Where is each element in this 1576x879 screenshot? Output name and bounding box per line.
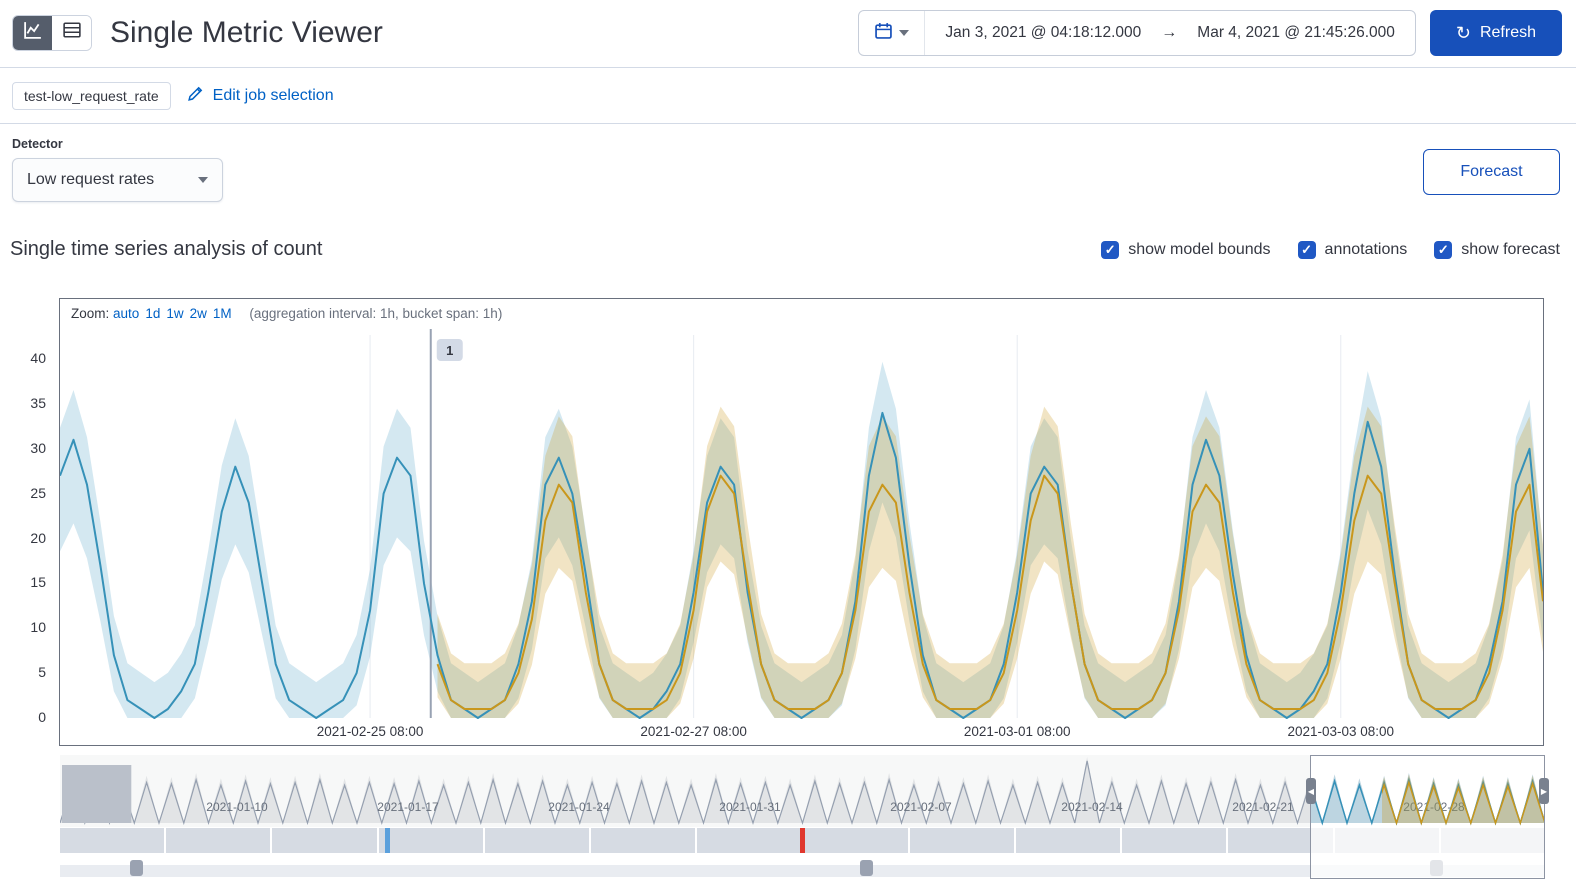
checkbox-show-forecast[interactable]: ✓ show forecast xyxy=(1434,240,1560,259)
context-unselected-overlay xyxy=(60,755,1310,827)
y-axis-tick: 5 xyxy=(38,664,46,681)
brush-right-handle[interactable]: ▶ xyxy=(1539,778,1549,804)
annotation-pill[interactable] xyxy=(860,860,873,876)
chart-view-button[interactable] xyxy=(13,15,52,50)
checkbox-checked-icon: ✓ xyxy=(1101,240,1120,259)
swimlane-cell[interactable] xyxy=(591,828,696,853)
range-arrow-icon: → xyxy=(1161,23,1178,41)
zoom-link-1w[interactable]: 1w xyxy=(166,306,183,321)
x-axis-tick-label: 2021-03-01 08:00 xyxy=(964,724,1071,739)
zoom-link-1M[interactable]: 1M xyxy=(213,306,232,321)
detector-row: Detector Low request rates Forecast xyxy=(0,124,1576,216)
job-badge[interactable]: test-low_request_rate xyxy=(12,81,171,110)
y-axis-tick: 15 xyxy=(30,574,46,591)
y-axis-tick: 25 xyxy=(30,484,46,501)
chart-view-icon xyxy=(23,21,42,44)
table-view-button[interactable] xyxy=(52,15,91,50)
zoom-label: Zoom: xyxy=(71,306,110,321)
series-title: Single time series analysis of count xyxy=(10,238,323,260)
zoom-link-auto[interactable]: auto xyxy=(113,306,139,321)
detector-select[interactable]: Low request rates xyxy=(12,158,223,202)
chart-options-group: ✓ show model bounds ✓ annotations ✓ show fore… xyxy=(1101,240,1560,259)
forecast-button[interactable]: Forecast xyxy=(1423,149,1560,195)
x-axis-tick-label: 2021-03-03 08:00 xyxy=(1287,724,1394,739)
calendar-icon xyxy=(875,22,892,44)
brush-left-handle[interactable]: ◀ xyxy=(1306,778,1316,804)
main-chart-area: 0 5 10 15 20 25 30 35 40 Zoom: auto 1d 1w 2w 1M (agg… xyxy=(0,298,1576,746)
end-date[interactable]: Mar 4, 2021 @ 21:45:26.000 xyxy=(1177,24,1415,42)
job-selection-row: test-low_request_rate Edit job selection xyxy=(0,68,1576,124)
swimlane-cell[interactable] xyxy=(484,828,590,853)
checkbox-label: annotations xyxy=(1324,240,1408,258)
swimlane-cell[interactable] xyxy=(272,828,377,853)
x-axis-tick-label: 2021-02-25 08:00 xyxy=(317,724,424,739)
context-chart-area: 2021-01-10 2021-01-17 2021-01-24 2021-01-31… xyxy=(60,755,1549,879)
y-axis-tick: 30 xyxy=(30,439,46,456)
brush-lower-mask xyxy=(1311,828,1544,878)
annotation-pill[interactable] xyxy=(130,860,143,876)
y-axis-tick: 0 xyxy=(38,709,46,725)
main-chart-box: Zoom: auto 1d 1w 2w 1M (aggregation interval… xyxy=(59,298,1544,746)
y-axis-tick: 35 xyxy=(30,394,46,411)
x-axis-tick-label: 2021-02-27 08:00 xyxy=(640,724,747,739)
swimlane-cell[interactable] xyxy=(378,828,483,853)
checkbox-checked-icon: ✓ xyxy=(1297,240,1316,259)
zoom-link-1d[interactable]: 1d xyxy=(145,306,160,321)
refresh-button-label: Refresh xyxy=(1479,23,1536,41)
edit-job-selection-link[interactable]: Edit job selection xyxy=(187,85,334,107)
start-date[interactable]: Jan 3, 2021 @ 04:18:12.000 xyxy=(925,24,1161,42)
page-header: Single Metric Viewer Jan 3, 2021 @ 04:18… xyxy=(0,0,1576,68)
pencil-icon xyxy=(187,85,204,107)
checkbox-annotations[interactable]: ✓ annotations xyxy=(1297,240,1408,259)
y-axis-tick: 20 xyxy=(30,529,46,546)
checkbox-label: show model bounds xyxy=(1128,240,1271,258)
anomaly-marker-low[interactable] xyxy=(385,828,390,853)
swimlane-cell[interactable] xyxy=(697,828,802,853)
zoom-controls: Zoom: auto 1d 1w 2w 1M (aggregation interval… xyxy=(71,306,502,321)
swimlane-cell[interactable] xyxy=(1015,828,1121,853)
refresh-icon: ↻ xyxy=(1455,22,1471,43)
view-toggle-group xyxy=(12,14,92,51)
zoom-links: auto 1d 1w 2w 1M xyxy=(113,306,238,321)
y-axis-tick: 10 xyxy=(30,619,46,636)
annotation-badge-label: 1 xyxy=(446,343,453,358)
main-timeseries-chart: 2021-02-25 08:00 2021-02-27 08:00 2021-03-… xyxy=(60,329,1543,739)
swimlane-cell[interactable] xyxy=(909,828,1014,853)
quick-select-button[interactable] xyxy=(859,10,926,55)
aggregation-note: (aggregation interval: 1h, bucket span: … xyxy=(249,306,503,321)
time-selection-brush[interactable]: ◀ ▶ xyxy=(1306,755,1549,879)
refresh-button[interactable]: ↻ Refresh xyxy=(1429,9,1562,56)
anomaly-marker-critical[interactable] xyxy=(800,828,805,853)
chevron-down-icon xyxy=(898,29,909,36)
chevron-down-icon xyxy=(198,177,208,183)
detector-label: Detector xyxy=(12,137,63,151)
swimlane-cell[interactable] xyxy=(1122,828,1227,853)
detector-selected-value: Low request rates xyxy=(27,171,155,188)
edit-job-selection-label: Edit job selection xyxy=(212,86,334,104)
page-title: Single Metric Viewer xyxy=(110,15,383,49)
y-axis-tick: 40 xyxy=(30,350,46,366)
swimlane-cell[interactable] xyxy=(803,828,908,853)
super-date-picker: Jan 3, 2021 @ 04:18:12.000 → Mar 4, 2021… xyxy=(858,9,1416,56)
checkbox-show-model-bounds[interactable]: ✓ show model bounds xyxy=(1101,240,1271,259)
series-header-row: Single time series analysis of count ✓ sh… xyxy=(0,216,1576,261)
swimlane-cell[interactable] xyxy=(166,828,271,853)
table-view-icon xyxy=(62,21,81,44)
checkbox-label: show forecast xyxy=(1461,240,1560,258)
swimlane-cell[interactable] xyxy=(60,828,165,853)
zoom-link-2w[interactable]: 2w xyxy=(190,306,207,321)
checkbox-checked-icon: ✓ xyxy=(1434,240,1453,259)
